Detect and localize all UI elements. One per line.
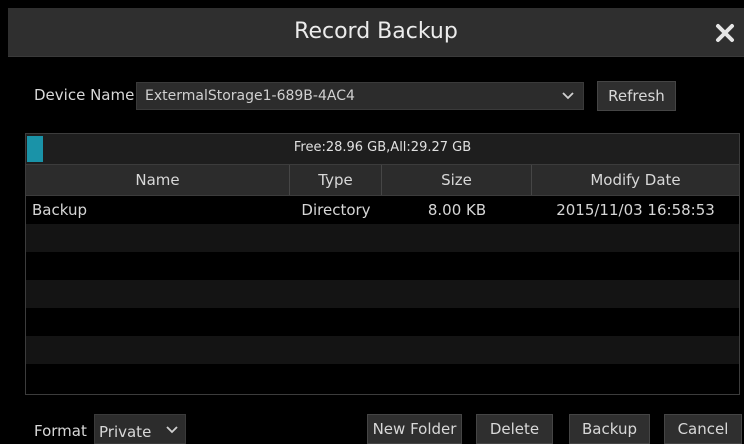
table-row[interactable]: Backup Directory 8.00 KB 2015/11/03 16:5… — [26, 196, 739, 224]
column-header-type[interactable]: Type — [290, 165, 382, 195]
cell-modify-date: 2015/11/03 16:58:53 — [556, 201, 715, 219]
record-backup-dialog: Record Backup Device Name ExtermalStorag… — [0, 0, 744, 444]
format-label: Format — [34, 422, 87, 440]
table-row-empty[interactable] — [26, 224, 739, 252]
file-browser: Free:28.96 GB,All:29.27 GB Name Type Siz… — [25, 133, 740, 395]
title-bar: Record Backup — [8, 8, 744, 57]
table-header: Name Type Size Modify Date — [26, 165, 739, 196]
chevron-down-icon — [562, 92, 574, 100]
table-row-empty[interactable] — [26, 336, 739, 364]
chevron-down-icon — [166, 426, 178, 434]
delete-button[interactable]: Delete — [476, 414, 553, 444]
close-icon — [716, 24, 734, 42]
close-button[interactable] — [712, 20, 738, 46]
table-row-empty[interactable] — [26, 364, 739, 392]
table-row-empty[interactable] — [26, 280, 739, 308]
column-header-modify-date[interactable]: Modify Date — [532, 165, 739, 195]
device-name-value: ExtermalStorage1-689B-4AC4 — [145, 88, 355, 104]
format-select[interactable]: Private — [94, 414, 186, 444]
device-name-select[interactable]: ExtermalStorage1-689B-4AC4 — [136, 82, 584, 110]
format-value: Private — [99, 423, 152, 441]
cancel-button[interactable]: Cancel — [664, 414, 742, 444]
backup-button[interactable]: Backup — [569, 414, 650, 444]
storage-usage-text: Free:28.96 GB,All:29.27 GB — [293, 140, 472, 155]
cell-size: 8.00 KB — [427, 201, 487, 219]
refresh-button[interactable]: Refresh — [597, 81, 676, 111]
column-header-size[interactable]: Size — [382, 165, 532, 195]
cell-type: Directory — [301, 201, 371, 219]
cell-name: Backup — [32, 201, 87, 219]
device-name-label: Device Name — [34, 86, 135, 104]
table-row-empty[interactable] — [26, 308, 739, 336]
column-header-name[interactable]: Name — [26, 165, 290, 195]
new-folder-button[interactable]: New Folder — [367, 414, 462, 444]
storage-usage-bar: Free:28.96 GB,All:29.27 GB — [26, 134, 739, 165]
dialog-title: Record Backup — [294, 19, 458, 44]
table-row-empty[interactable] — [26, 252, 739, 280]
